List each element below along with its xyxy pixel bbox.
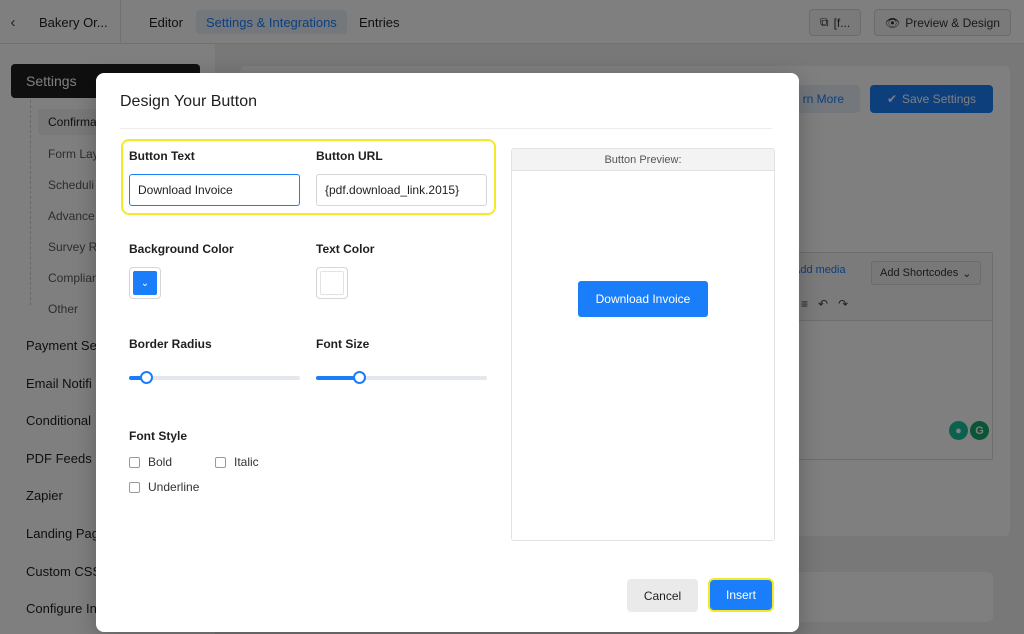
button-url-label: Button URL	[316, 149, 383, 163]
button-text-label: Button Text	[129, 149, 195, 163]
text-color-label: Text Color	[316, 242, 375, 256]
color-swatch	[320, 271, 344, 295]
slider-thumb[interactable]	[352, 371, 366, 384]
slider-track	[129, 376, 300, 380]
italic-checkbox[interactable]: Italic	[215, 455, 259, 469]
checkbox[interactable]	[215, 456, 226, 468]
underline-label: Underline	[148, 480, 200, 494]
cancel-button[interactable]: Cancel	[627, 579, 698, 612]
chevron-down-icon: ⌄	[133, 271, 157, 295]
font-size-slider[interactable]	[316, 371, 487, 385]
bold-checkbox[interactable]: Bold	[129, 455, 172, 469]
divider	[120, 128, 772, 129]
preview-button: Download Invoice	[578, 281, 708, 317]
font-size-label: Font Size	[316, 337, 370, 351]
design-button-modal: Design Your Button Button Text Button UR…	[96, 73, 799, 632]
button-preview-panel: Button Preview: Download Invoice	[511, 148, 775, 541]
checkbox[interactable]	[129, 456, 140, 468]
border-radius-slider[interactable]	[129, 371, 300, 385]
background-color-picker[interactable]: ⌄	[129, 267, 161, 299]
button-url-input[interactable]	[316, 174, 487, 206]
slider-thumb[interactable]	[139, 371, 153, 384]
italic-label: Italic	[234, 455, 259, 469]
modal-title: Design Your Button	[120, 93, 257, 110]
underline-checkbox[interactable]: Underline	[129, 480, 199, 494]
button-text-input[interactable]	[129, 174, 300, 206]
background-color-label: Background Color	[129, 242, 234, 256]
bold-label: Bold	[148, 455, 173, 469]
checkbox[interactable]	[129, 481, 140, 493]
preview-heading: Button Preview:	[512, 149, 774, 171]
text-color-picker[interactable]	[316, 267, 348, 299]
border-radius-label: Border Radius	[129, 337, 212, 351]
font-style-label: Font Style	[129, 429, 188, 443]
insert-button[interactable]: Insert	[708, 578, 774, 612]
